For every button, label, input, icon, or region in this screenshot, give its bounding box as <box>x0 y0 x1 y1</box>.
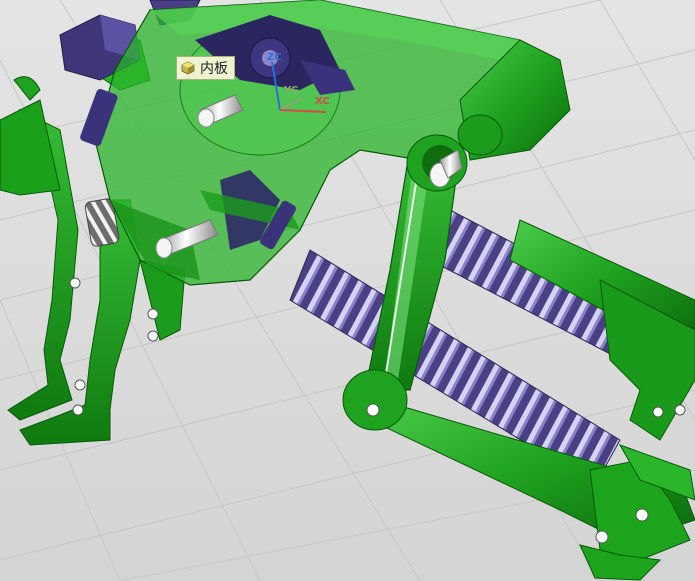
tooltip-label: 内板 <box>200 61 228 77</box>
part-cube-icon <box>181 61 195 75</box>
cad-model-scene[interactable] <box>0 0 695 581</box>
axis-y-label: YC <box>284 85 299 96</box>
part-name-tooltip: 内板 <box>176 56 235 80</box>
graphics-viewport[interactable]: ZC YC XC 内板 <box>0 0 695 581</box>
axis-z-label: ZC <box>267 52 282 63</box>
axis-x-label: XC <box>315 96 330 107</box>
